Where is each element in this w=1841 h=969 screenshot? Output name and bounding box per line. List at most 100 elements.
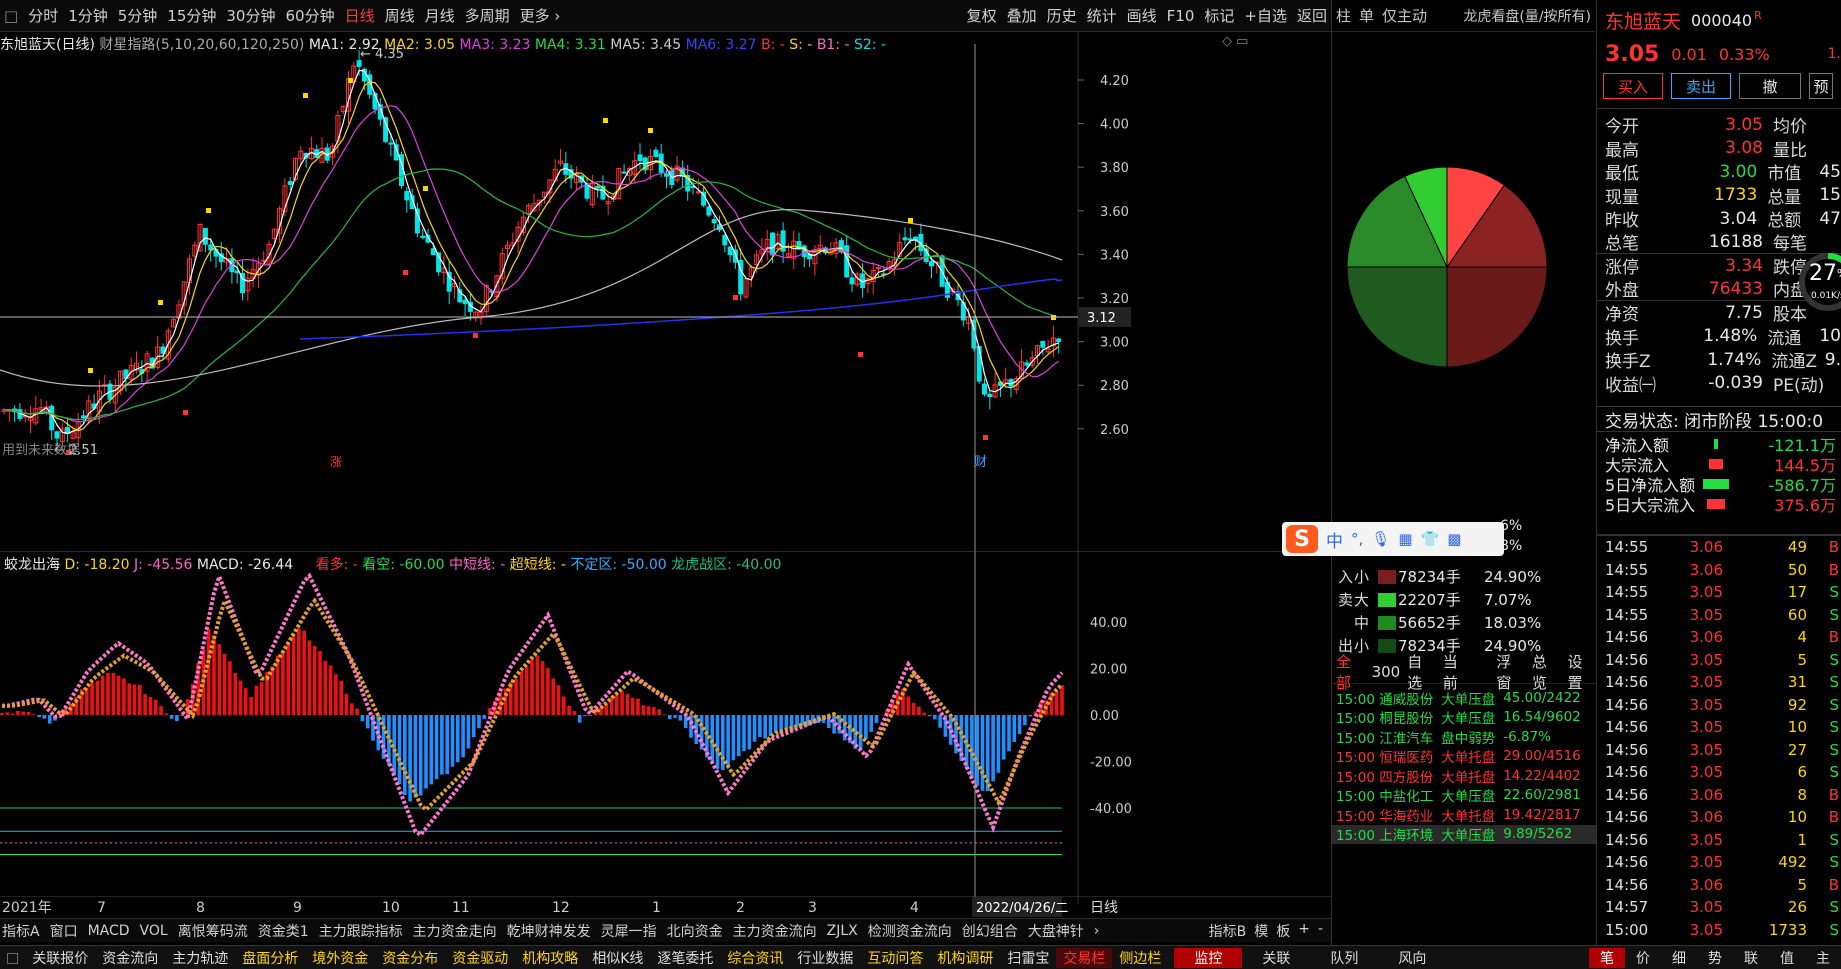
deal-header-4[interactable]: 浮窗 [1496,651,1525,693]
mid-tab-3[interactable]: 龙虎看盘(量/按所有) [1463,6,1591,26]
deal-row[interactable]: 15:00 四方股份 大单托盘 14.22/4402 [1332,766,1596,786]
bottom-window-icon[interactable]: □ [0,950,25,966]
period-tab-10[interactable]: 更多 › [520,5,561,26]
period-tab-1[interactable]: 1分钟 [68,5,108,26]
toolbox-icon[interactable]: ▩ [1447,530,1461,548]
indicator-tabs-more[interactable]: › [1094,923,1100,939]
skin-icon[interactable]: 👕 [1421,530,1440,548]
bottom-right-tab-3[interactable]: 风向 [1378,948,1446,968]
period-tab-7[interactable]: 周线 [385,5,415,26]
bottom-right-tab-1[interactable]: 关联 [1242,948,1310,968]
deal-row[interactable]: 15:00 华海药业 大单托盘 19.42/2817 [1332,805,1596,825]
tool-3[interactable]: 统计 [1087,5,1117,26]
indicator-tab-14[interactable]: 创幻组合 [962,921,1018,941]
deal-row[interactable]: 15:00 上海环境 大单压盘 9.89/5262 [1332,824,1596,844]
deal-header-2[interactable]: 自选 [1407,651,1436,693]
buy-button[interactable]: 买入 [1603,73,1663,99]
ime-punct[interactable]: °, [1351,530,1363,548]
deal-row[interactable]: 15:00 通威股份 大单压盘 45.00/2422 [1332,688,1596,708]
tool-7[interactable]: +自选 [1244,5,1287,26]
indicator-tab-2[interactable]: MACD [88,923,130,939]
bottom-far-tab-6[interactable]: 主 [1805,948,1841,968]
indicator-right-3[interactable]: + [1298,921,1310,941]
period-tab-5[interactable]: 60分钟 [285,5,334,26]
cancel-button[interactable]: 撤 [1739,73,1801,99]
deal-row[interactable]: 15:00 恒瑞医药 大单托盘 29.00/4516 [1332,747,1596,766]
tool-8[interactable]: 返回 [1297,5,1327,26]
bottom-right-tab-0[interactable]: 监控 [1174,947,1243,968]
period-tab-3[interactable]: 15分钟 [167,5,216,26]
deal-header-6[interactable]: 设置 [1567,651,1596,693]
deal-header-0[interactable]: 全部 [1336,651,1365,693]
indicator-tab-9[interactable]: 灵犀一指 [601,921,657,941]
bottom-tab-14[interactable]: 扫雷宝 [1000,948,1056,968]
period-tab-0[interactable]: 分时 [28,5,58,26]
period-tab-9[interactable]: 多周期 [465,5,510,26]
deal-row[interactable]: 15:00 桐昆股份 大单压盘 16.54/9602 [1332,708,1596,727]
deal-row[interactable]: 15:00 中盐化工 大单压盘 22.60/2981 [1332,786,1596,805]
bottom-far-tab-0[interactable]: 笔 [1589,947,1625,968]
indicator-tab-3[interactable]: VOL [140,923,168,939]
bottom-far-tab-3[interactable]: 势 [1697,948,1733,968]
mid-tab-2[interactable]: 仅主动 [1382,5,1427,26]
indicator-tab-15[interactable]: 大盘神针 [1028,921,1084,941]
chart-window-controls[interactable]: ◇ ▭ [1222,34,1248,49]
bottom-far-tab-5[interactable]: 值 [1769,948,1805,968]
window-icon[interactable]: □ [4,7,18,25]
bottom-tab-15[interactable]: 交易栏 [1056,947,1113,968]
tool-1[interactable]: 叠加 [1007,5,1037,26]
indicator-tab-10[interactable]: 北向资金 [667,921,723,941]
bottom-tab-7[interactable]: 机构攻略 [515,948,585,968]
bottom-tab-1[interactable]: 资金流向 [95,948,165,968]
deal-header-5[interactable]: 总览 [1532,651,1561,693]
indicator-tab-11[interactable]: 主力资金流向 [733,921,817,941]
tool-5[interactable]: F10 [1167,7,1195,25]
tool-6[interactable]: 标记 [1204,5,1234,26]
deal-header-3[interactable]: 当前 [1443,651,1472,693]
indicator-tab-13[interactable]: 检测资金流向 [868,921,952,941]
bottom-tab-4[interactable]: 境外资金 [305,948,375,968]
indicator-tab-4[interactable]: 离恨筹码流 [178,921,248,941]
indicator-right-2[interactable]: 板 [1276,921,1290,941]
bottom-tab-16[interactable]: 侧边栏 [1112,948,1168,968]
bottom-tab-11[interactable]: 行业数据 [790,948,860,968]
bottom-far-tab-2[interactable]: 细 [1661,948,1697,968]
indicator-right-0[interactable]: 指标B [1209,921,1247,941]
tool-4[interactable]: 画线 [1127,5,1157,26]
bottom-right-tab-2[interactable]: 队列 [1310,948,1378,968]
ime-toolbar[interactable]: S 中 °, 🎙 ▦ 👕 ▩ [1282,522,1504,556]
keyboard-icon[interactable]: ▦ [1398,530,1412,548]
period-tab-4[interactable]: 30分钟 [226,5,275,26]
indicator-tab-6[interactable]: 主力跟踪指标 [319,921,403,941]
indicator-tab-12[interactable]: ZJLX [827,923,858,939]
mid-tab-1[interactable]: 单 [1359,5,1374,26]
tool-0[interactable]: 复权 [967,5,997,26]
bottom-far-tab-1[interactable]: 价 [1625,948,1661,968]
bottom-tab-6[interactable]: 资金驱动 [445,948,515,968]
indicator-tab-0[interactable]: 指标A [2,921,40,941]
indicator-tab-1[interactable]: 窗口 [50,921,78,941]
sell-button[interactable]: 卖出 [1671,73,1731,99]
kline-chart[interactable]: 4.20 4.00 3.80 3.60 3.40 3.20 3.00 2.80 2.60 3.12… [0,32,1331,552]
indicator-tab-7[interactable]: 主力资金走向 [413,921,497,941]
bottom-tab-0[interactable]: 关联报价 [25,948,95,968]
microphone-icon[interactable]: 🎙 [1371,530,1390,548]
bottom-tab-5[interactable]: 资金分布 [375,948,445,968]
indicator-right-1[interactable]: 模 [1254,921,1268,941]
indicator-right-4[interactable]: - [1318,921,1323,941]
bottom-tab-8[interactable]: 相似K线 [585,948,650,968]
period-tab-2[interactable]: 5分钟 [118,5,158,26]
tool-2[interactable]: 历史 [1047,5,1077,26]
period-tab-8[interactable]: 月线 [425,5,455,26]
bottom-tab-9[interactable]: 逐笔委托 [650,948,720,968]
bottom-far-tab-4[interactable]: 联 [1733,948,1769,968]
indicator-chart[interactable]: 40.00 20.00 0.00 -20.00 -40.00 [0,552,1331,904]
bottom-tab-3[interactable]: 盘面分析 [235,948,305,968]
more-button[interactable]: 预 [1809,73,1833,99]
bottom-tab-12[interactable]: 互动问答 [860,948,930,968]
bottom-tab-2[interactable]: 主力轨迹 [165,948,235,968]
sogou-logo-icon[interactable]: S [1286,525,1318,553]
ime-lang[interactable]: 中 [1326,527,1343,552]
indicator-tab-8[interactable]: 乾坤财神发发 [507,921,591,941]
deal-row[interactable]: 15:00 江淮汽车 盘中弱势 -6.87% [1332,727,1596,747]
